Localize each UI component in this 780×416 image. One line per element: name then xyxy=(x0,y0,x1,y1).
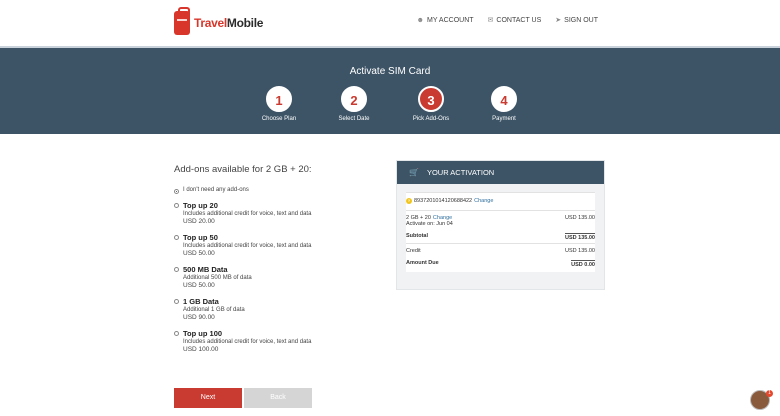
activation-banner: Activate SIM Card 1 Choose Plan 2 Select… xyxy=(0,48,780,134)
next-button[interactable]: Next xyxy=(174,388,242,408)
addon-price: USD 50.00 xyxy=(183,250,215,257)
addon-option-500mb-data[interactable]: 500 MB Data Additional 500 MB of data US… xyxy=(174,265,364,289)
back-button[interactable]: Back xyxy=(244,388,312,408)
addon-name: Top up 50 xyxy=(183,233,218,242)
radio-button[interactable] xyxy=(174,203,179,208)
my-account-label: MY ACCOUNT xyxy=(427,16,474,24)
logo-text-mobile: Mobile xyxy=(226,16,264,30)
step-number: 3 xyxy=(418,86,444,112)
addon-price: USD 90.00 xyxy=(183,314,215,321)
addon-name: 500 MB Data xyxy=(183,265,228,274)
suitcase-icon xyxy=(174,7,190,35)
activation-summary-body: ? 8937201014120688422 Change 2 GB + 20 C… xyxy=(406,192,595,272)
user-icon: ☻ xyxy=(416,16,424,24)
addon-name: Top up 20 xyxy=(183,201,218,210)
credit-row: Credit USD 135.00 xyxy=(406,244,595,258)
step-label: Select Date xyxy=(338,116,370,122)
envelope-icon: ✉ xyxy=(487,17,494,24)
sim-row: ? 8937201014120688422 Change xyxy=(406,193,595,210)
step-number: 2 xyxy=(341,86,367,112)
step-select-date[interactable]: 2 Select Date xyxy=(319,86,389,122)
contact-us-link[interactable]: ✉ CONTACT US xyxy=(487,16,542,25)
addon-description: Includes additional credit for voice, te… xyxy=(183,339,312,345)
radio-button[interactable] xyxy=(174,299,179,304)
step-payment[interactable]: 4 Payment xyxy=(469,86,539,122)
step-label: Payment xyxy=(492,116,516,122)
addon-option-top-up-100[interactable]: Top up 100 Includes additional credit fo… xyxy=(174,329,364,353)
credit-label: Credit xyxy=(406,248,421,254)
addons-section: Add-ons available for 2 GB + 20: I don't… xyxy=(174,164,364,361)
addon-description: Additional 500 MB of data xyxy=(183,275,252,281)
sim-number: 8937201014120688422 xyxy=(414,198,473,204)
site-header: TravelMobile ☻ MY ACCOUNT ✉ CONTACT US ➤… xyxy=(0,0,780,46)
cart-icon: 🛒 xyxy=(409,168,419,177)
radio-button[interactable] xyxy=(174,189,179,194)
credit-value: USD 135.00 xyxy=(565,248,595,254)
step-label: Choose Plan xyxy=(261,116,297,122)
step-number: 4 xyxy=(491,86,517,112)
subtotal-value: USD 135.00 xyxy=(565,233,595,241)
addon-none-label: I don't need any add-ons xyxy=(183,187,249,193)
sign-out-link[interactable]: ➤ SIGN OUT xyxy=(555,16,598,25)
addon-price: USD 100.00 xyxy=(183,346,219,353)
logo[interactable]: TravelMobile xyxy=(174,7,263,38)
top-nav: ☻ MY ACCOUNT ✉ CONTACT US ➤ SIGN OUT xyxy=(417,16,598,25)
my-account-link[interactable]: ☻ MY ACCOUNT xyxy=(417,16,474,24)
addon-description: Additional 1 GB of data xyxy=(183,307,245,313)
radio-button[interactable] xyxy=(174,267,179,272)
help-icon[interactable]: ? xyxy=(406,198,412,204)
subtotal-row: Subtotal USD 135.00 xyxy=(406,230,595,243)
plan-info: 2 GB + 20 Change Activate on: Jun 04 xyxy=(406,215,453,227)
subtotal-label: Subtotal xyxy=(406,233,428,239)
radio-button[interactable] xyxy=(174,331,179,336)
plan-price: USD 135.00 xyxy=(565,215,595,221)
logo-text: TravelMobile xyxy=(194,16,263,30)
addon-description: Includes additional credit for voice, te… xyxy=(183,243,312,249)
activation-summary: 🛒 YOUR ACTIVATION ? 8937201014120688422 … xyxy=(396,160,605,290)
activation-summary-title: YOUR ACTIVATION xyxy=(426,168,495,177)
addon-price: USD 20.00 xyxy=(183,218,215,225)
page-title: Activate SIM Card xyxy=(349,66,431,77)
amount-due-row: Amount Due USD 0.00 xyxy=(406,258,595,272)
addon-option-top-up-50[interactable]: Top up 50 Includes additional credit for… xyxy=(174,233,364,257)
sign-out-label: SIGN OUT xyxy=(564,16,598,24)
step-label: Pick Add-Ons xyxy=(412,116,450,122)
logo-text-travel: Travel xyxy=(194,16,227,30)
addon-option-top-up-20[interactable]: Top up 20 Includes additional credit for… xyxy=(174,201,364,225)
radio-button[interactable] xyxy=(174,235,179,240)
step-choose-plan[interactable]: 1 Choose Plan xyxy=(244,86,314,122)
notification-badge: 1 xyxy=(766,390,773,397)
amount-due-label: Amount Due xyxy=(406,260,439,266)
addons-title: Add-ons available for 2 GB + 20: xyxy=(174,164,312,175)
step-number: 1 xyxy=(266,86,292,112)
activate-on-date: Activate on: Jun 04 xyxy=(406,221,453,227)
activation-summary-header: 🛒 YOUR ACTIVATION xyxy=(397,161,604,184)
addon-price: USD 50.00 xyxy=(183,282,215,289)
step-pick-add-ons[interactable]: 3 Pick Add-Ons xyxy=(396,86,466,122)
addon-option-1gb-data[interactable]: 1 GB Data Additional 1 GB of data USD 90… xyxy=(174,297,364,321)
addon-name: Top up 100 xyxy=(183,329,223,338)
send-icon: ➤ xyxy=(555,17,562,24)
contact-us-label: CONTACT US xyxy=(496,16,542,24)
addon-option-none[interactable]: I don't need any add-ons xyxy=(174,187,364,194)
addon-description: Includes additional credit for voice, te… xyxy=(183,211,312,217)
amount-due-value: USD 0.00 xyxy=(571,260,595,268)
sim-change-link[interactable]: Change xyxy=(474,198,493,204)
sim-info: ? 8937201014120688422 Change xyxy=(406,198,493,204)
plan-row: 2 GB + 20 Change Activate on: Jun 04 USD… xyxy=(406,211,595,230)
addon-name: 1 GB Data xyxy=(183,297,219,306)
